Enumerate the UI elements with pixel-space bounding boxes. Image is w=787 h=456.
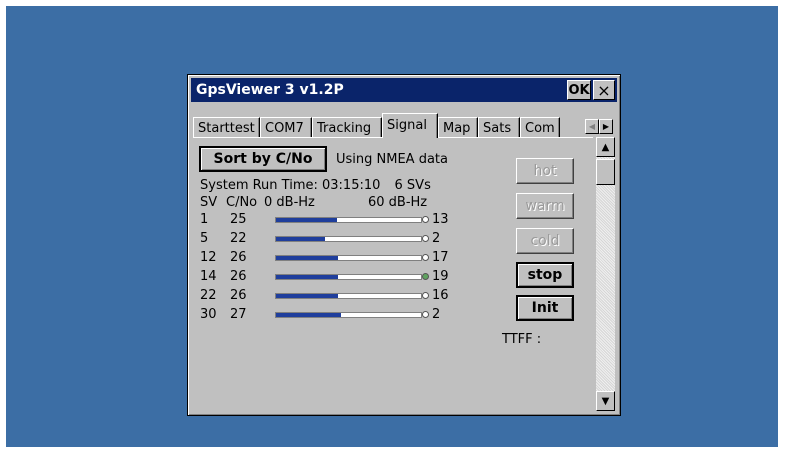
tab-sats[interactable]: Sats [478,117,520,138]
sv-id: 22 [200,288,217,303]
cold-start-button[interactable]: cold [516,228,574,254]
status-dot-icon [422,292,429,299]
signal-bar-fill [276,275,339,279]
scroll-up-icon[interactable]: ▲ [596,137,615,157]
col-sv-header: SV [200,195,218,210]
count-value: 13 [432,212,449,227]
count-value: 2 [432,307,441,322]
cno-value: 26 [230,250,247,265]
cno-value: 26 [230,269,247,284]
signal-bar-fill [276,218,337,222]
sv-id: 1 [200,212,209,227]
signal-panel: Sort by C/No Using NMEA data System Run … [193,137,593,413]
signal-bar [275,236,422,242]
count-value: 19 [432,269,449,284]
hot-start-button[interactable]: hot [516,158,574,184]
vertical-scrollbar[interactable]: ▲ ▼ [595,137,615,411]
sv-id: 30 [200,307,217,322]
cno-value: 25 [230,212,247,227]
signal-bar [275,293,422,299]
satellite-row: 5 22 2 [200,231,460,249]
count-value: 2 [432,231,441,246]
tab-tracking[interactable]: Tracking [312,117,382,138]
sv-id: 12 [200,250,217,265]
satellite-row: 1 25 13 [200,212,460,230]
run-time-label: System Run Time: 03:15:10 [200,178,381,193]
sv-count: 6 SVs [394,178,431,193]
col-cno-header: C/No [226,195,258,210]
sv-id: 5 [200,231,209,246]
signal-bar [275,217,422,223]
sort-by-cno-button[interactable]: Sort by C/No [199,146,327,172]
satellite-row: 22 26 16 [200,288,460,306]
cno-value: 22 [230,231,247,246]
column-header: SV C/No 0 dB-Hz 60 dB-Hz [200,195,460,211]
signal-bar-fill [276,256,339,260]
warm-start-button[interactable]: warm [516,193,574,219]
tab-map[interactable]: Map [438,117,478,138]
signal-bar-fill [276,313,342,317]
satellite-row: 14 26 19 [200,269,460,287]
tab-starttest[interactable]: Starttest [193,117,260,138]
sv-id: 14 [200,269,217,284]
cno-value: 27 [230,307,247,322]
count-value: 17 [432,250,449,265]
status-dot-icon [422,235,429,242]
scale-max-label: 60 dB-Hz [368,195,428,210]
data-source-label: Using NMEA data [336,152,448,167]
tab-strip: Starttest COM7 Tracking Signal Map Sats … [193,113,613,138]
window-title: GpsViewer 3 v1.2P [196,82,344,98]
satellite-row: 12 26 17 [200,250,460,268]
run-time-line: System Run Time: 03:15:10 6 SVs [200,178,431,193]
signal-bar [275,255,422,261]
init-button[interactable]: Init [516,295,574,321]
signal-bar [275,274,422,280]
tab-com[interactable]: Com [520,117,560,138]
tab-scroll-right-icon[interactable]: ▶ [599,119,613,134]
status-dot-icon [422,254,429,261]
stop-button[interactable]: stop [516,262,574,288]
scale-min-label: 0 dB-Hz [264,195,315,210]
status-dot-icon [422,311,429,318]
tab-signal[interactable]: Signal [382,113,438,138]
gpsviewer-window: GpsViewer 3 v1.2P OK × Starttest COM7 Tr… [187,74,621,416]
satellite-row: 30 27 2 [200,307,460,325]
status-dot-icon [422,216,429,223]
signal-bar-fill [276,237,326,241]
status-dot-icon [422,273,429,280]
title-bar: GpsViewer 3 v1.2P OK × [191,78,617,102]
close-button[interactable]: × [593,80,615,100]
cno-value: 26 [230,288,247,303]
scroll-down-icon[interactable]: ▼ [596,391,615,411]
ok-button[interactable]: OK [567,80,591,100]
scroll-thumb[interactable] [596,159,615,185]
count-value: 16 [432,288,449,303]
signal-bar [275,312,422,318]
ttff-label: TTFF : [502,332,542,347]
tab-com7[interactable]: COM7 [260,117,312,138]
tab-scroll-left-icon[interactable]: ◀ [585,119,599,134]
signal-bar-fill [276,294,339,298]
